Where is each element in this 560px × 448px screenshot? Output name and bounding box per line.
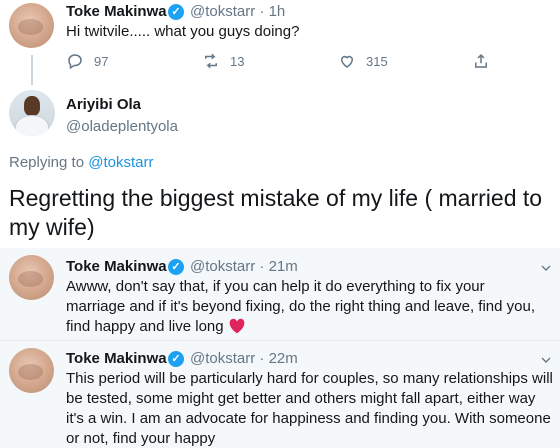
reply-icon	[68, 54, 82, 70]
tweet-text: Hi twitvile..... what you guys doing?	[66, 23, 300, 40]
chevron-down-icon[interactable]	[538, 260, 554, 276]
reply-author-handle[interactable]: @tokstarr · 22m	[190, 350, 298, 367]
avatar-toke-makinwa[interactable]	[9, 3, 54, 48]
retweet-button[interactable]: 13	[202, 52, 244, 70]
retweet-icon	[205, 53, 217, 69]
reply-author-name[interactable]: Toke Makinwa	[66, 258, 167, 275]
verified-badge-icon: ✓	[168, 351, 184, 367]
main-tweet-author-handle[interactable]: @oladeplentyola	[66, 118, 178, 135]
tweet-time[interactable]: · 1h	[259, 3, 285, 20]
replying-to-label: Replying to	[9, 154, 85, 171]
verified-badge-icon: ✓	[168, 259, 184, 275]
share-button[interactable]	[472, 52, 490, 70]
replying-to: Replying to @tokstarr	[9, 154, 153, 171]
avatar-ariyibi-ola[interactable]	[9, 90, 55, 136]
chevron-down-icon[interactable]	[538, 352, 554, 368]
reply-text: Awww, don't say that, if you can help it…	[66, 278, 535, 335]
like-button[interactable]: 315	[338, 52, 388, 70]
verified-badge-icon: ✓	[168, 4, 184, 20]
reply-time[interactable]: · 22m	[259, 350, 297, 367]
thread-line	[31, 55, 33, 85]
reply-button[interactable]: 97	[66, 52, 108, 70]
like-icon	[340, 55, 354, 68]
tweet-author-name[interactable]: Toke Makinwa	[66, 3, 167, 20]
reply-author-handle[interactable]: @tokstarr · 21m	[190, 258, 298, 275]
main-tweet-author-name[interactable]: Ariyibi Ola	[66, 96, 141, 113]
like-count: 315	[366, 53, 388, 69]
tweet-author-handle[interactable]: @tokstarr · 1h	[190, 3, 285, 20]
main-tweet-text: Regretting the biggest mistake of my lif…	[9, 185, 543, 240]
reply-time[interactable]: · 21m	[259, 258, 297, 275]
reply-count: 97	[94, 53, 109, 69]
replying-to-link[interactable]: @tokstarr	[88, 154, 153, 171]
retweet-count: 13	[230, 53, 245, 69]
avatar-toke-makinwa[interactable]	[9, 255, 54, 300]
avatar-toke-makinwa[interactable]	[9, 348, 54, 393]
reply-author-name[interactable]: Toke Makinwa	[66, 350, 167, 367]
red-heart-icon	[229, 318, 245, 334]
share-icon	[475, 53, 487, 68]
reply-text: This period will be particularly hard fo…	[66, 370, 553, 447]
